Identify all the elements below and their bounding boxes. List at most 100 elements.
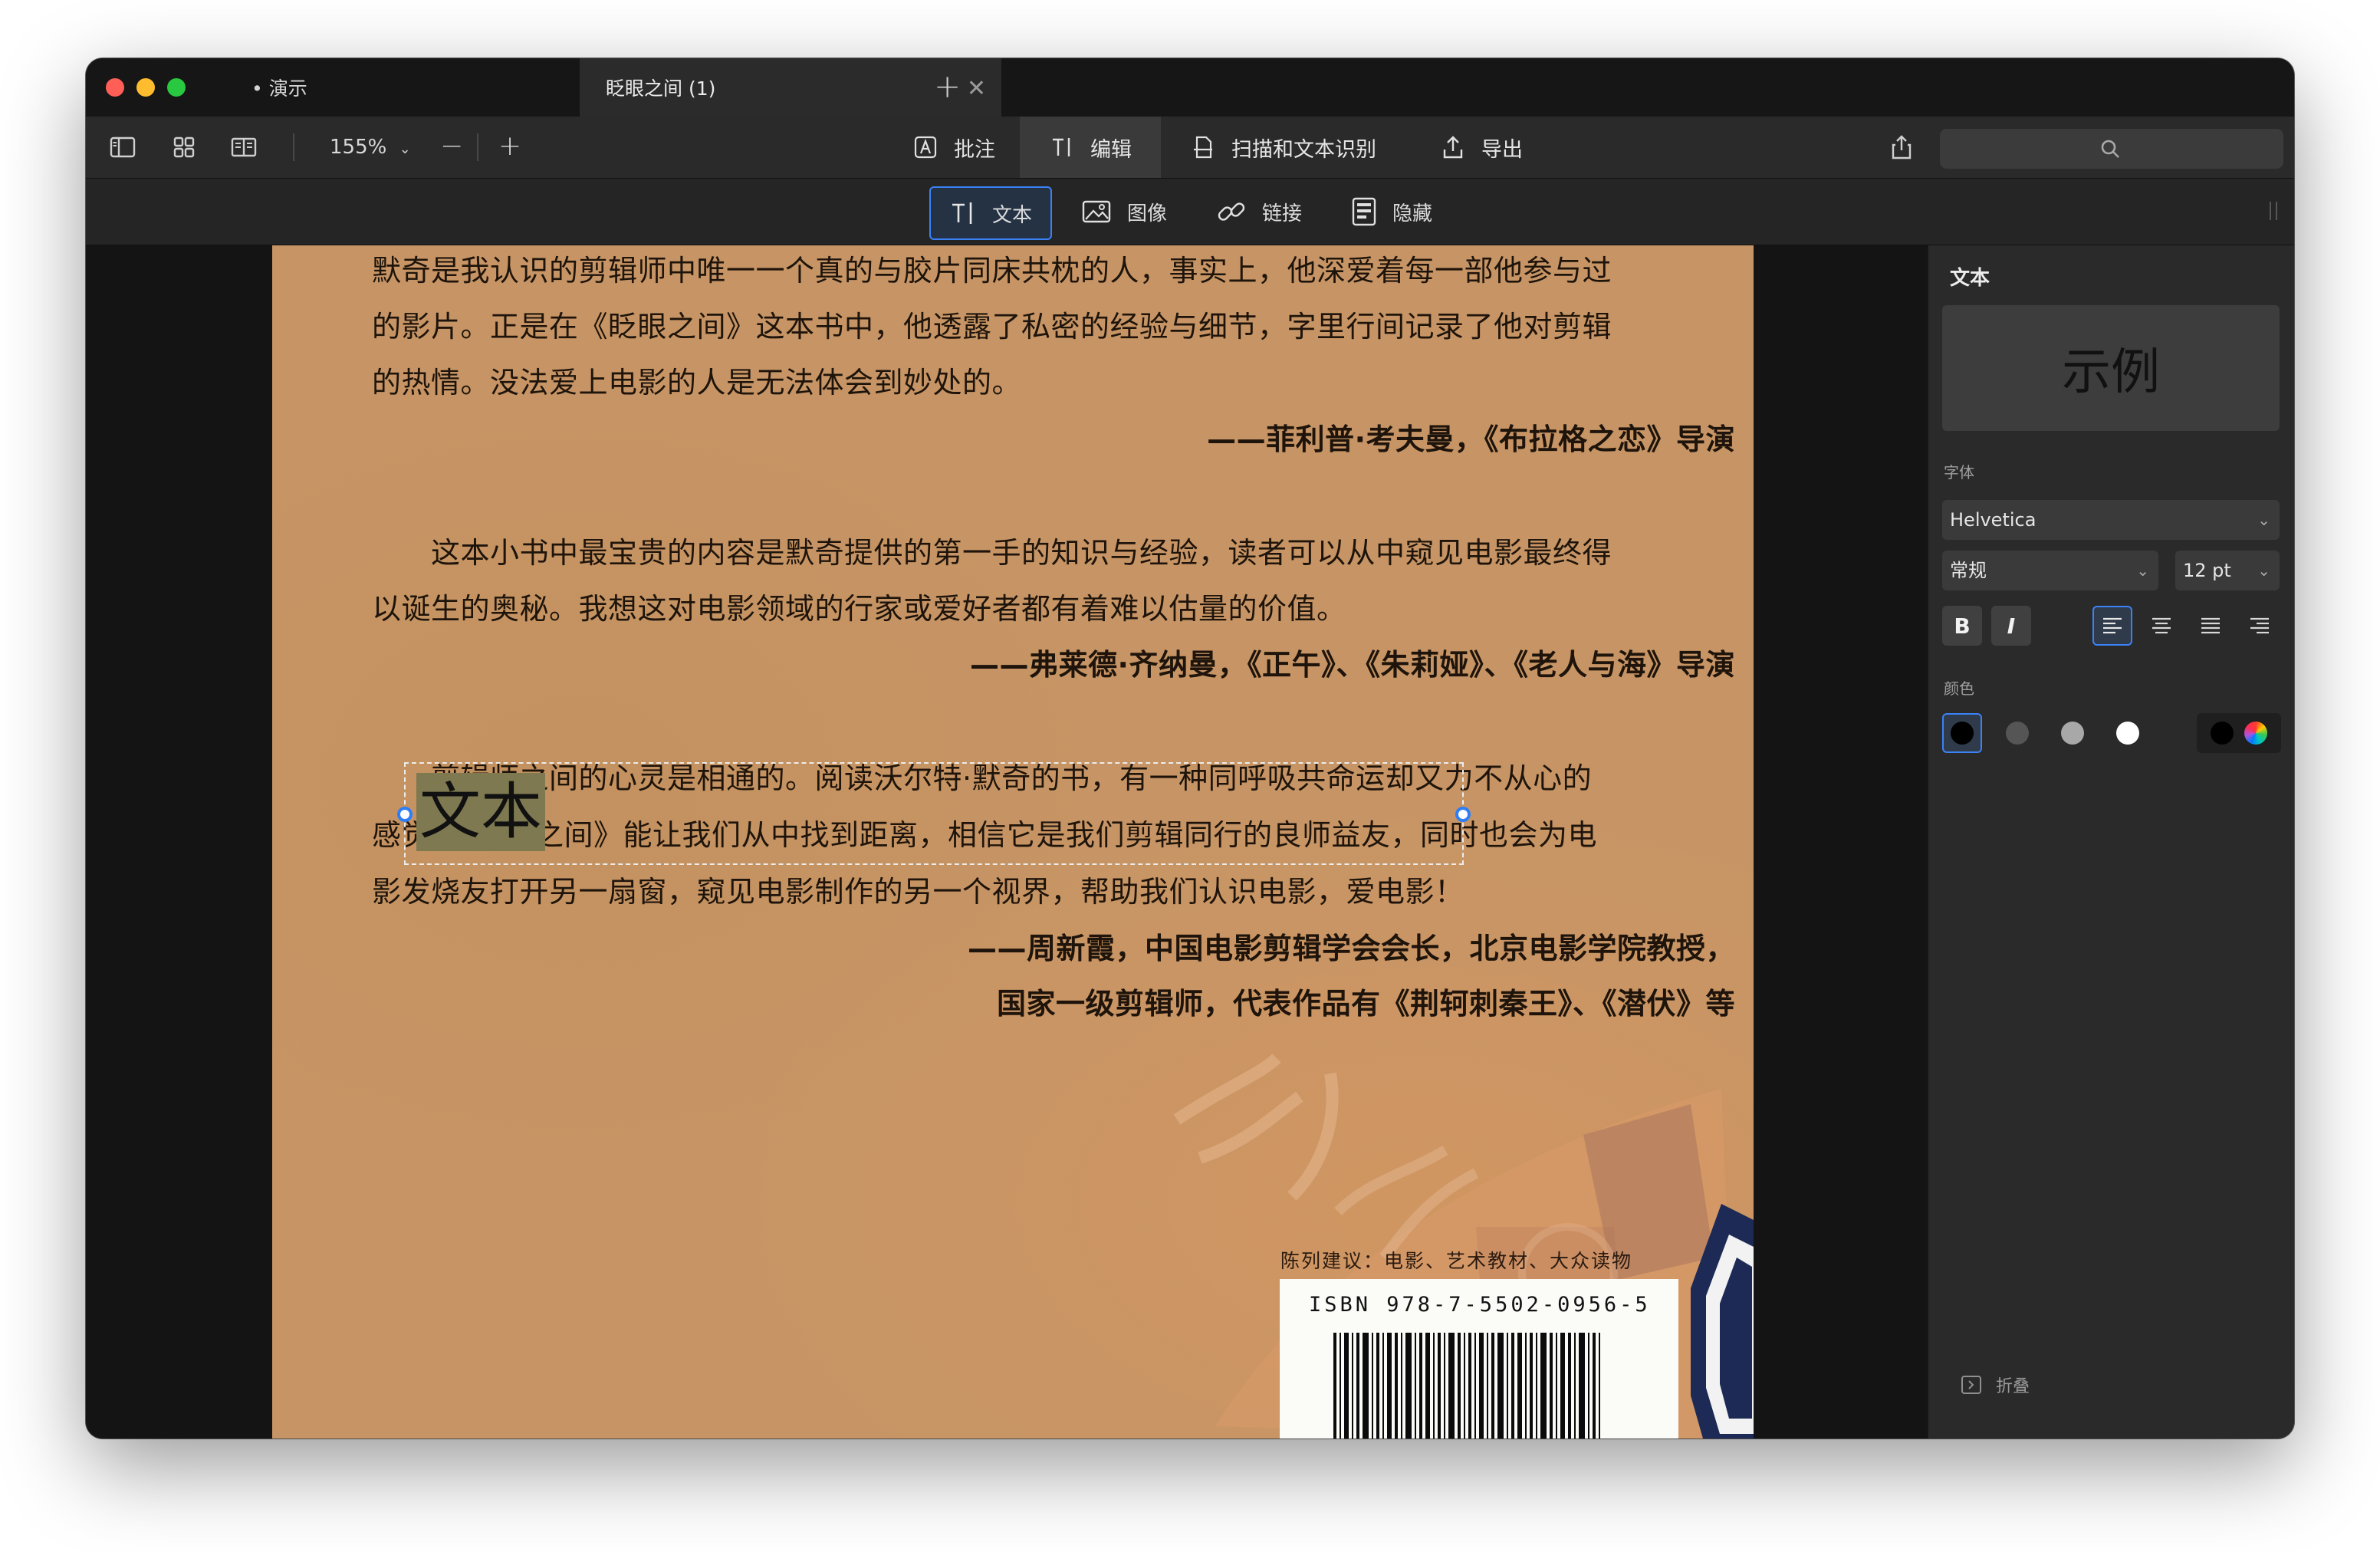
- main-toolbar: 155% ⌄ − + 批注 编辑 扫描和文本识别 导出: [86, 117, 2294, 179]
- zoom-in-button[interactable]: +: [498, 117, 521, 178]
- export-icon: [1443, 136, 1463, 159]
- color-swatch-light-gray[interactable]: [2053, 713, 2092, 753]
- font-preview: 示例: [1942, 305, 2280, 431]
- paragraph-line: 影发烧友打开另一扇窗，窥见电影制作的另一个视界，帮助我们认识电影，爱电影！: [372, 875, 1464, 909]
- image-icon: [1082, 200, 1111, 223]
- paragraph-line: 默奇是我认识的剪辑师中唯一一个真的与胶片同床共枕的人，事实上，他深爱着每一部他参…: [372, 254, 1612, 288]
- bold-button[interactable]: B: [1942, 606, 1982, 646]
- shelving-category-label: 陈列建议：电影、艺术教材、大众读物: [1280, 1250, 1633, 1272]
- current-color-swatch: [2211, 722, 2234, 745]
- swatch-fill: [2061, 722, 2084, 745]
- share-icon[interactable]: [1888, 133, 1915, 161]
- font-size-value: 12 pt: [2183, 560, 2231, 581]
- collapse-panel-button[interactable]: 折叠: [1961, 1373, 2030, 1397]
- tool-label: 隐藏: [1392, 202, 1433, 225]
- edit-toolbar: 文本 图像 链接 隐藏: [86, 179, 2294, 245]
- font-style-select[interactable]: 常规 ⌄: [1942, 551, 2158, 590]
- search-input[interactable]: [1940, 129, 2283, 169]
- tab-bar: • 演示 眨眼之间 (1) ✕ +: [86, 58, 2294, 117]
- text-cursor-icon: [1053, 138, 1070, 156]
- app-window: • 演示 眨眼之间 (1) ✕ + 155% ⌄ − + 批注 编辑 扫描和文本…: [86, 58, 2294, 1439]
- collapse-sidebar-icon: [1961, 1376, 1981, 1394]
- resize-handle-right[interactable]: [1455, 807, 1471, 822]
- paragraph-line: 的热情。没法爱上电影的人是无法体会到妙处的。: [372, 366, 1022, 400]
- color-swatch-dark-gray[interactable]: [1997, 713, 2037, 753]
- annotate-icon: [914, 136, 937, 159]
- tool-image[interactable]: 图像: [1081, 186, 1167, 237]
- mode-label: 扫描和文本识别: [1231, 137, 1376, 162]
- text-tool-icon: [952, 202, 972, 224]
- text-inspector-panel: 文本 示例 字体 Helvetica ⌄ 常规 ⌄ 12 pt ⌄ B I 颜色…: [1928, 245, 2294, 1439]
- align-justify-icon: [2201, 617, 2220, 634]
- chevron-down-icon: ⌄: [399, 141, 411, 157]
- toolbar-divider: [293, 133, 294, 161]
- custom-color-well[interactable]: [2197, 713, 2281, 753]
- attribution-line: ——周新霞，中国电影剪辑学会会长，北京电影学院教授，: [967, 932, 1735, 965]
- close-window-button[interactable]: [106, 78, 124, 97]
- tool-text[interactable]: 文本: [929, 186, 1052, 240]
- pdf-page[interactable]: 默奇是我认识的剪辑师中唯一一个真的与胶片同床共枕的人，事实上，他深爱着每一部他参…: [272, 245, 1754, 1439]
- tool-label: 文本: [991, 203, 1032, 227]
- align-center-button[interactable]: [2142, 606, 2181, 646]
- mode-scan-ocr[interactable]: 扫描和文本识别: [1175, 117, 1392, 178]
- zoom-window-button[interactable]: [167, 78, 186, 97]
- color-wheel-icon[interactable]: [2244, 722, 2267, 745]
- text-selection-box[interactable]: [397, 762, 1471, 865]
- link-icon: [1218, 202, 1245, 221]
- align-center-icon: [2152, 617, 2171, 634]
- align-left-button[interactable]: [2092, 606, 2132, 646]
- zoom-dropdown[interactable]: 155% ⌄: [330, 117, 411, 178]
- toolbar-divider: [477, 133, 478, 161]
- redact-icon: [1352, 197, 1376, 226]
- align-right-icon: [2250, 617, 2269, 634]
- swatch-fill: [2006, 722, 2029, 745]
- isbn-number: ISBN 978-7-5502-0956-5: [1309, 1293, 1651, 1317]
- reading-mode-icon[interactable]: [230, 133, 258, 161]
- mode-annotate[interactable]: 批注: [897, 117, 1011, 178]
- barcode-bars: [1333, 1333, 1600, 1439]
- chevron-down-icon: ⌄: [2257, 511, 2270, 529]
- attribution-line: 国家一级剪辑师，代表作品有《荆轲刺秦王》、《潜伏》等: [996, 987, 1735, 1021]
- tool-label: 图像: [1127, 202, 1168, 225]
- chevron-down-icon: ⌄: [2136, 561, 2149, 580]
- collapse-label: 折叠: [1996, 1377, 2030, 1396]
- mode-label: 批注: [954, 137, 995, 162]
- tab-label: • 演示: [251, 77, 307, 100]
- color-swatch-white[interactable]: [2108, 713, 2148, 753]
- grid-view-icon[interactable]: [170, 133, 198, 161]
- font-size-select[interactable]: 12 pt ⌄: [2175, 551, 2280, 590]
- mode-edit[interactable]: 编辑: [1020, 117, 1161, 178]
- paragraph-line: 的影片。正是在《眨眼之间》这本书中，他透露了私密的经验与细节，字里行间记录了他对…: [372, 310, 1612, 344]
- tool-label: 链接: [1262, 202, 1303, 225]
- mode-export[interactable]: 导出: [1425, 117, 1538, 178]
- close-tab-icon[interactable]: ✕: [967, 75, 986, 102]
- italic-button[interactable]: I: [1991, 606, 2031, 646]
- mode-label: 导出: [1481, 137, 1523, 162]
- tab-label: 眨眼之间 (1): [606, 77, 716, 100]
- scan-icon: [1194, 136, 1212, 159]
- attribution-line: ——菲利普·考夫曼，《布拉格之恋》导演: [1207, 423, 1735, 456]
- isbn-barcode: ISBN 978-7-5502-0956-5: [1280, 1279, 1678, 1439]
- tool-redact[interactable]: 隐藏: [1351, 186, 1432, 237]
- new-tab-button[interactable]: +: [934, 67, 961, 105]
- paragraph-line: 这本小书中最宝贵的内容是默奇提供的第一手的知识与经验，读者可以从中窥见电影最终得: [372, 536, 1612, 570]
- zoom-level: 155%: [330, 136, 387, 159]
- color-swatch-black[interactable]: [1942, 713, 1982, 753]
- tool-link[interactable]: 链接: [1216, 186, 1302, 237]
- zoom-out-button[interactable]: −: [440, 117, 463, 178]
- font-style-value: 常规: [1950, 560, 1987, 581]
- resize-handle-left[interactable]: [397, 807, 413, 822]
- toolbar-drag-handle[interactable]: [2270, 202, 2277, 220]
- inspector-title: 文本: [1950, 267, 1990, 290]
- paragraph-line: 以诞生的奥秘。我想这对电影领域的行家或爱好者都有着难以估量的价值。: [372, 592, 1346, 626]
- mode-label: 编辑: [1090, 137, 1132, 162]
- align-justify-button[interactable]: [2191, 606, 2230, 646]
- chevron-down-icon: ⌄: [2257, 561, 2270, 580]
- minimize-window-button[interactable]: [136, 78, 155, 97]
- color-section-label: 颜色: [1944, 679, 1974, 698]
- font-family-select[interactable]: Helvetica ⌄: [1942, 500, 2280, 540]
- sidebar-toggle-icon[interactable]: [109, 133, 136, 161]
- align-left-icon: [2103, 617, 2122, 634]
- font-section-label: 字体: [1944, 463, 1974, 482]
- align-right-button[interactable]: [2240, 606, 2280, 646]
